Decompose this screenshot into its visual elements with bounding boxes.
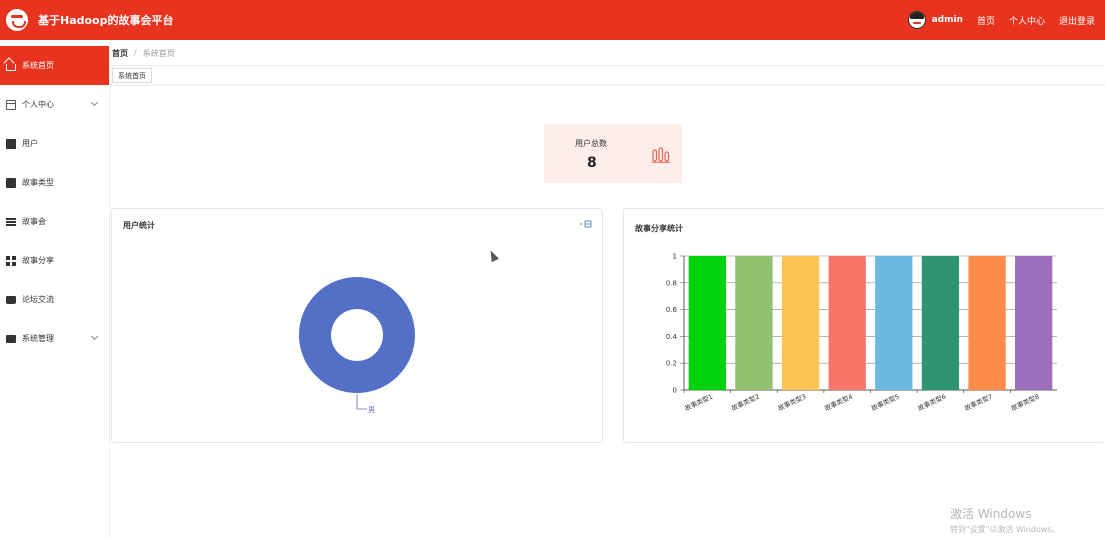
bar — [735, 256, 773, 390]
grid-icon — [6, 255, 16, 266]
sidebar-item-profile[interactable]: 个人中心 — [0, 85, 109, 124]
x-tick-label: 故事类型7 — [963, 392, 994, 413]
x-tick-label: 故事类型3 — [776, 392, 807, 413]
sidebar-item-forum[interactable]: 论坛交流 — [0, 280, 109, 319]
pie-label-line — [356, 394, 367, 410]
sidebar-item-stories[interactable]: 故事会 — [0, 202, 109, 241]
sidebar-item-system[interactable]: 系统管理 — [0, 319, 109, 358]
sidebar-item-label: 个人中心 — [22, 100, 54, 109]
sidebar-item-label: 用户 — [22, 139, 38, 148]
sidebar-item-home[interactable]: 系统首页 — [0, 46, 109, 85]
sidebar-item-story-share[interactable]: 故事分享 — [0, 241, 109, 280]
y-tick-label: 0.8 — [666, 279, 677, 287]
bar — [968, 256, 1006, 390]
y-tick-label: 1 — [673, 253, 677, 261]
avatar[interactable] — [907, 11, 926, 29]
header-actions: admin 首页 个人中心 退出登录 — [907, 0, 1095, 40]
header-link-profile[interactable]: 个人中心 — [1009, 14, 1045, 27]
bar — [921, 256, 960, 390]
x-tick-label: 故事类型5 — [870, 392, 901, 413]
breadcrumb-home[interactable]: 首页 — [112, 48, 128, 59]
sidebar-item-label: 故事分享 — [22, 256, 54, 265]
watermark-line2: 转到"设置"以激活 Windows。 — [950, 525, 1060, 534]
sidebar-item-label: 系统管理 — [22, 334, 54, 343]
bar — [781, 256, 820, 390]
y-tick-label: 0.2 — [666, 360, 677, 368]
user-stats-panel: 用户统计 男 — [111, 208, 603, 443]
sidebar-item-label: 论坛交流 — [22, 295, 54, 304]
bar — [688, 256, 726, 390]
header-link-logout[interactable]: 退出登录 — [1059, 14, 1095, 27]
sidebar-item-story-types[interactable]: 故事类型 — [0, 163, 109, 202]
breadcrumb-current: 系统首页 — [142, 49, 175, 58]
logo-icon — [6, 9, 28, 31]
breadcrumb: 首页 / 系统首页 — [112, 48, 175, 59]
y-tick-label: 0.6 — [666, 306, 678, 314]
divider — [110, 65, 1105, 66]
watermark-line1: 激活 Windows — [950, 507, 1032, 521]
home-icon — [6, 63, 16, 71]
story-stats-chart: 0 0.2 0.4 0.6 0.8 1 故事类型1 故事类型2 故事类型3 故事类型4 故事类型5 故… — [666, 253, 1057, 413]
y-tick-label: 0.4 — [666, 333, 678, 341]
chevron-down-icon — [90, 332, 99, 341]
bar-chart-icon — [652, 147, 670, 163]
x-tick-label: 故事类型2 — [730, 392, 761, 413]
sidebar-item-label: 系统首页 — [22, 61, 54, 70]
divider — [110, 84, 1105, 86]
x-tick-label: 故事类型1 — [683, 392, 714, 413]
x-tick-label: 故事类型6 — [916, 392, 947, 413]
sidebar: 系统首页 个人中心 用户 故事类型 故事会 故事分享 论坛交流 系统管理 — [0, 40, 110, 538]
bar — [828, 256, 866, 390]
stat-value: 8 — [587, 155, 597, 171]
monitor-icon — [6, 334, 16, 343]
y-tick-label: 0 — [673, 387, 677, 395]
bar — [1015, 256, 1053, 390]
story-stats-panel: 故事分享统计 0 0.2 0.4 0.6 0.8 1 故事类型1 故事类型2 故事类型3 故事类型… — [623, 208, 1105, 443]
sidebar-item-users[interactable]: 用户 — [0, 124, 109, 163]
user-stats-chart: 男 — [298, 277, 415, 414]
stat-card-total-users: 用户总数 8 — [544, 124, 682, 183]
x-tick-label: 故事类型4 — [823, 392, 854, 413]
stat-label: 用户总数 — [575, 139, 607, 148]
app-title: 基于Hadoop的故事会平台 — [38, 14, 174, 27]
list-icon — [6, 217, 16, 226]
card-icon — [6, 99, 16, 110]
pie-label: 男 — [368, 406, 375, 414]
sidebar-item-label: 故事会 — [22, 217, 46, 226]
username[interactable]: admin — [932, 15, 963, 25]
chevron-down-icon — [90, 98, 99, 107]
chart-icon — [6, 138, 16, 149]
pie-slice — [298, 277, 415, 393]
x-tick-label: 故事类型8 — [1009, 392, 1040, 413]
clipboard-icon — [6, 177, 16, 188]
windows-watermark: 激活 Windows 转到"设置"以激活 Windows。 — [950, 505, 1060, 535]
top-header: 基于Hadoop的故事会平台 admin 首页 个人中心 退出登录 — [0, 0, 1105, 40]
header-link-home[interactable]: 首页 — [977, 14, 995, 27]
bar — [875, 256, 913, 390]
sidebar-item-label: 故事类型 — [22, 178, 54, 187]
tab-system-home[interactable]: 系统首页 — [112, 68, 152, 83]
wallet-icon — [6, 295, 16, 304]
breadcrumb-separator: / — [134, 48, 137, 57]
